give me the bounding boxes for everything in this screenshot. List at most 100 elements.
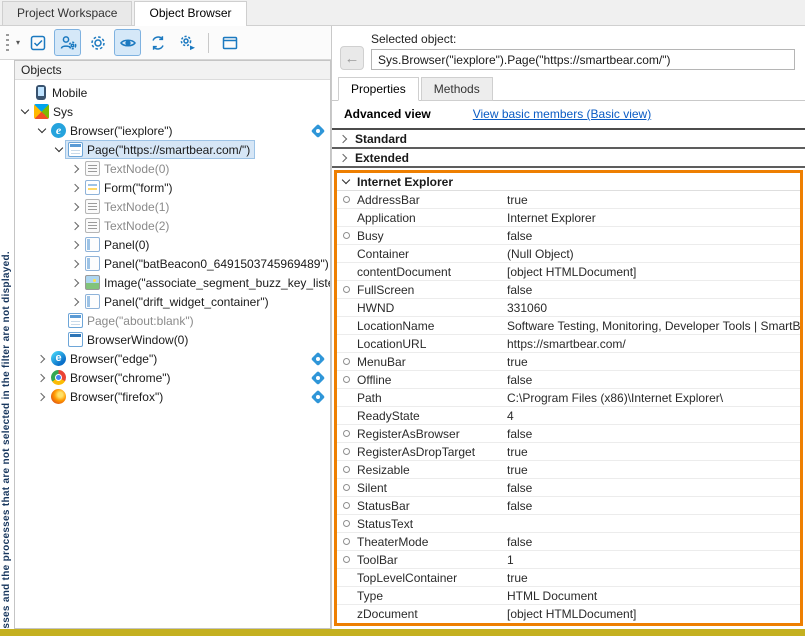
tab-properties[interactable]: Properties	[338, 77, 419, 101]
section-header-extended[interactable]: Extended	[332, 149, 805, 168]
user-filter-button[interactable]	[54, 29, 81, 56]
expand-arrow-icon[interactable]	[69, 219, 82, 232]
property-row[interactable]: zDocument [object HTMLDocument]	[337, 605, 800, 623]
back-button[interactable]: ←	[340, 46, 364, 70]
tree-row[interactable]: Panel(0)	[15, 235, 330, 254]
running-indicator-icon	[313, 126, 323, 136]
highlight-on-screen-button[interactable]	[114, 29, 141, 56]
expand-arrow-icon[interactable]	[69, 238, 82, 251]
expand-arrow-icon[interactable]	[69, 162, 82, 175]
user-gear-icon	[59, 34, 77, 52]
expand-arrow-icon[interactable]	[69, 276, 82, 289]
tree-row[interactable]: Browser("firefox")	[15, 387, 330, 406]
property-value: 4	[507, 409, 800, 423]
expand-arrow-icon[interactable]	[52, 333, 65, 346]
expand-arrow-icon[interactable]	[35, 371, 48, 384]
property-row[interactable]: Busy false	[337, 227, 800, 245]
tree-row[interactable]: TextNode(0)	[15, 159, 330, 178]
expand-arrow-icon[interactable]	[69, 257, 82, 270]
property-row[interactable]: ReadyState 4	[337, 407, 800, 425]
tree-row[interactable]: Image("associate_segment_buzz_key_liste	[15, 273, 330, 292]
property-row[interactable]: Application Internet Explorer	[337, 209, 800, 227]
property-row[interactable]: Offline false	[337, 371, 800, 389]
property-row[interactable]: HWND 331060	[337, 299, 800, 317]
tree-row[interactable]: Sys	[15, 102, 330, 121]
expand-arrow-icon[interactable]	[18, 105, 31, 118]
tab-object-browser[interactable]: Object Browser	[134, 1, 246, 26]
property-row[interactable]: RegisterAsBrowser false	[337, 425, 800, 443]
refresh-button[interactable]	[144, 29, 171, 56]
object-filter-button[interactable]	[24, 29, 51, 56]
tree-row[interactable]: Panel("drift_widget_container")	[15, 292, 330, 311]
property-value: 1	[507, 553, 800, 567]
basic-view-link[interactable]: View basic members (Basic view)	[473, 107, 652, 121]
expand-arrow-icon[interactable]	[35, 352, 48, 365]
property-name: StatusText	[357, 517, 507, 531]
expand-arrow-icon[interactable]	[69, 181, 82, 194]
toolbar-grip-handle[interactable]	[6, 34, 9, 52]
property-row[interactable]: FullScreen false	[337, 281, 800, 299]
section-header-standard[interactable]: Standard	[332, 130, 805, 149]
tree-row[interactable]: Browser("iexplore")	[15, 121, 330, 140]
property-row[interactable]: AddressBar true	[337, 191, 800, 209]
expand-arrow-icon[interactable]	[69, 200, 82, 213]
tab-methods[interactable]: Methods	[421, 77, 493, 101]
property-row[interactable]: RegisterAsDropTarget true	[337, 443, 800, 461]
page-icon	[68, 142, 83, 157]
property-marker-icon	[343, 502, 350, 509]
tree-row[interactable]: Page("about:blank")	[15, 311, 330, 330]
tree-row[interactable]: Browser("edge")	[15, 349, 330, 368]
settings-button[interactable]	[84, 29, 111, 56]
expand-arrow-icon[interactable]	[35, 390, 48, 403]
property-value: false	[507, 427, 800, 441]
panel-icon	[85, 256, 100, 271]
property-value: HTML Document	[507, 589, 800, 603]
advanced-settings-button[interactable]	[174, 29, 201, 56]
property-row[interactable]: ToolBar 1	[337, 551, 800, 569]
chrome-icon	[51, 370, 66, 385]
property-row[interactable]: Path C:\Program Files (x86)\Internet Exp…	[337, 389, 800, 407]
property-row[interactable]: StatusBar false	[337, 497, 800, 515]
tree-row[interactable]: Form("form")	[15, 178, 330, 197]
edge-icon	[51, 351, 66, 366]
tree-item-label: Browser("firefox")	[70, 390, 163, 404]
selected-object-input[interactable]	[371, 49, 795, 70]
property-value: false	[507, 373, 800, 387]
property-name: StatusBar	[357, 499, 507, 513]
tree-row[interactable]: Page("https://smartbear.com/")	[15, 140, 330, 159]
property-value: false	[507, 499, 800, 513]
expand-arrow-icon[interactable]	[52, 314, 65, 327]
tree-row[interactable]: Panel("batBeacon0_6491503745969489")	[15, 254, 330, 273]
expand-arrow-icon[interactable]	[18, 86, 31, 99]
property-row[interactable]: Silent false	[337, 479, 800, 497]
expand-arrow-icon[interactable]	[35, 124, 48, 137]
property-row[interactable]: LocationName Software Testing, Monitorin…	[337, 317, 800, 335]
property-name: ToolBar	[357, 553, 507, 567]
tree-row[interactable]: Browser("chrome")	[15, 368, 330, 387]
tree-row[interactable]: TextNode(2)	[15, 216, 330, 235]
property-row[interactable]: MenuBar true	[337, 353, 800, 371]
chevron-down-icon[interactable]: ▾	[16, 38, 20, 47]
property-row[interactable]: TopLevelContainer true	[337, 569, 800, 587]
view-mode-title: Advanced view	[344, 107, 431, 121]
expand-arrow-icon[interactable]	[69, 295, 82, 308]
expand-arrow-icon[interactable]	[52, 143, 65, 156]
tab-project-workspace[interactable]: Project Workspace	[2, 1, 132, 25]
show-object-window-button[interactable]	[216, 29, 243, 56]
section-header-internet-explorer[interactable]: Internet Explorer	[337, 173, 800, 191]
tree-row[interactable]: Mobile	[15, 83, 330, 102]
property-row[interactable]: Type HTML Document	[337, 587, 800, 605]
tree-row[interactable]: BrowserWindow(0)	[15, 330, 330, 349]
property-row[interactable]: contentDocument [object HTMLDocument]	[337, 263, 800, 281]
property-row[interactable]: TheaterMode false	[337, 533, 800, 551]
section-label: Extended	[355, 151, 409, 165]
tree-row[interactable]: TextNode(1)	[15, 197, 330, 216]
property-value: true	[507, 193, 800, 207]
property-row[interactable]: Container (Null Object)	[337, 245, 800, 263]
tree-item-label: Panel("batBeacon0_6491503745969489")	[104, 257, 329, 271]
property-row[interactable]: LocationURL https://smartbear.com/	[337, 335, 800, 353]
property-row[interactable]: StatusText	[337, 515, 800, 533]
property-value: C:\Program Files (x86)\Internet Explorer…	[507, 391, 800, 405]
property-marker-icon	[343, 286, 350, 293]
property-row[interactable]: Resizable true	[337, 461, 800, 479]
